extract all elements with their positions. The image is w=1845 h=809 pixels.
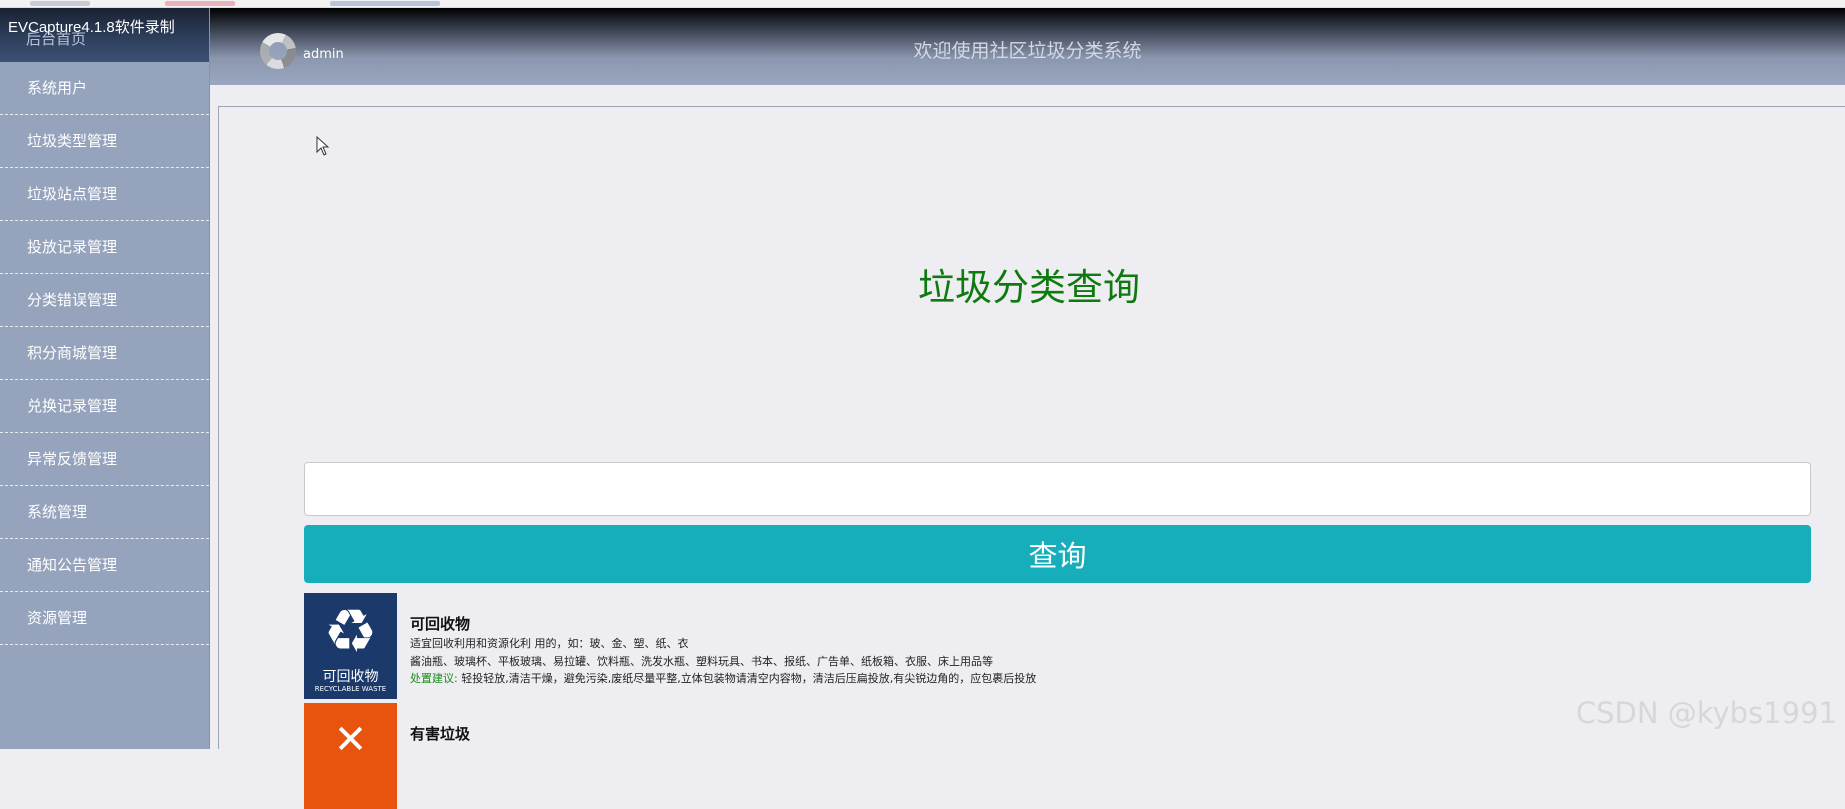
sidebar-item-waste-stations[interactable]: 垃圾站点管理	[0, 168, 209, 221]
sidebar-header: 后台首页 EVCapture4.1.8软件录制	[0, 8, 209, 62]
sidebar-item-notices[interactable]: 通知公告管理	[0, 539, 209, 592]
search-input[interactable]	[304, 462, 1811, 516]
recyclable-icon-label: 可回收物	[322, 669, 379, 685]
csdn-watermark: CSDN @kybs1991	[1575, 696, 1837, 730]
category-hazardous: ✕ 有害垃圾	[304, 703, 1604, 809]
sidebar-item-system-users[interactable]: 系统用户	[0, 62, 209, 115]
sidebar-item-sorting-errors[interactable]: 分类错误管理	[0, 274, 209, 327]
sidebar-item-disposal-records[interactable]: 投放记录管理	[0, 221, 209, 274]
search-button[interactable]: 查询	[304, 525, 1811, 583]
recorder-watermark: EVCapture4.1.8软件录制	[8, 19, 175, 36]
sidebar-item-system-management[interactable]: 系统管理	[0, 486, 209, 539]
browser-tab-strip	[0, 0, 1845, 8]
category-title: 有害垃圾	[410, 725, 471, 743]
page-title: 垃圾分类查询	[918, 266, 1140, 309]
mouse-cursor-icon	[316, 136, 330, 156]
category-title: 可回收物	[410, 615, 471, 633]
sidebar-item-resources[interactable]: 资源管理	[0, 592, 209, 645]
advice-label: 处置建议:	[410, 672, 458, 685]
sidebar-item-exchange-records[interactable]: 兑换记录管理	[0, 380, 209, 433]
advice-text: 轻投轻放,清洁干燥，避免污染,废纸尽量平整,立体包装物请清空内容物，清洁后压扁投…	[461, 672, 1037, 685]
category-examples: 酱油瓶、玻璃杯、平板玻璃、易拉罐、饮料瓶、洗发水瓶、塑料玩具、书本、报纸、广告单…	[410, 655, 993, 668]
main-content: 垃圾分类查询 查询 ♻ 可回收物 RECYCLABLE WASTE 可回收物 适…	[218, 106, 1845, 809]
sidebar: 后台首页 EVCapture4.1.8软件录制 系统用户 垃圾类型管理 垃圾站点…	[0, 8, 210, 749]
welcome-banner: 欢迎使用社区垃圾分类系统	[913, 40, 1142, 62]
recyclable-waste-icon: ♻ 可回收物 RECYCLABLE WASTE	[304, 593, 397, 699]
category-advice: 处置建议: 轻投轻放,清洁干燥，避免污染,废纸尽量平整,立体包装物请清空内容物，…	[410, 670, 1036, 686]
hazard-symbol-icon: ✕	[333, 717, 368, 763]
category-description: 适宜回收利用和资源化利 用的，如：玻、金、塑、纸、衣	[410, 637, 689, 650]
hazardous-waste-icon: ✕	[304, 703, 397, 809]
recyclable-icon-label-en: RECYCLABLE WASTE	[314, 685, 387, 693]
sidebar-item-points-mall[interactable]: 积分商城管理	[0, 327, 209, 380]
top-header: admin 欢迎使用社区垃圾分类系统	[210, 8, 1845, 85]
recycle-symbol-icon: ♻	[323, 597, 378, 667]
sidebar-item-waste-types[interactable]: 垃圾类型管理	[0, 115, 209, 168]
sidebar-item-feedback[interactable]: 异常反馈管理	[0, 433, 209, 486]
category-recyclable: ♻ 可回收物 RECYCLABLE WASTE 可回收物 适宜回收利用和资源化利…	[304, 593, 1604, 701]
